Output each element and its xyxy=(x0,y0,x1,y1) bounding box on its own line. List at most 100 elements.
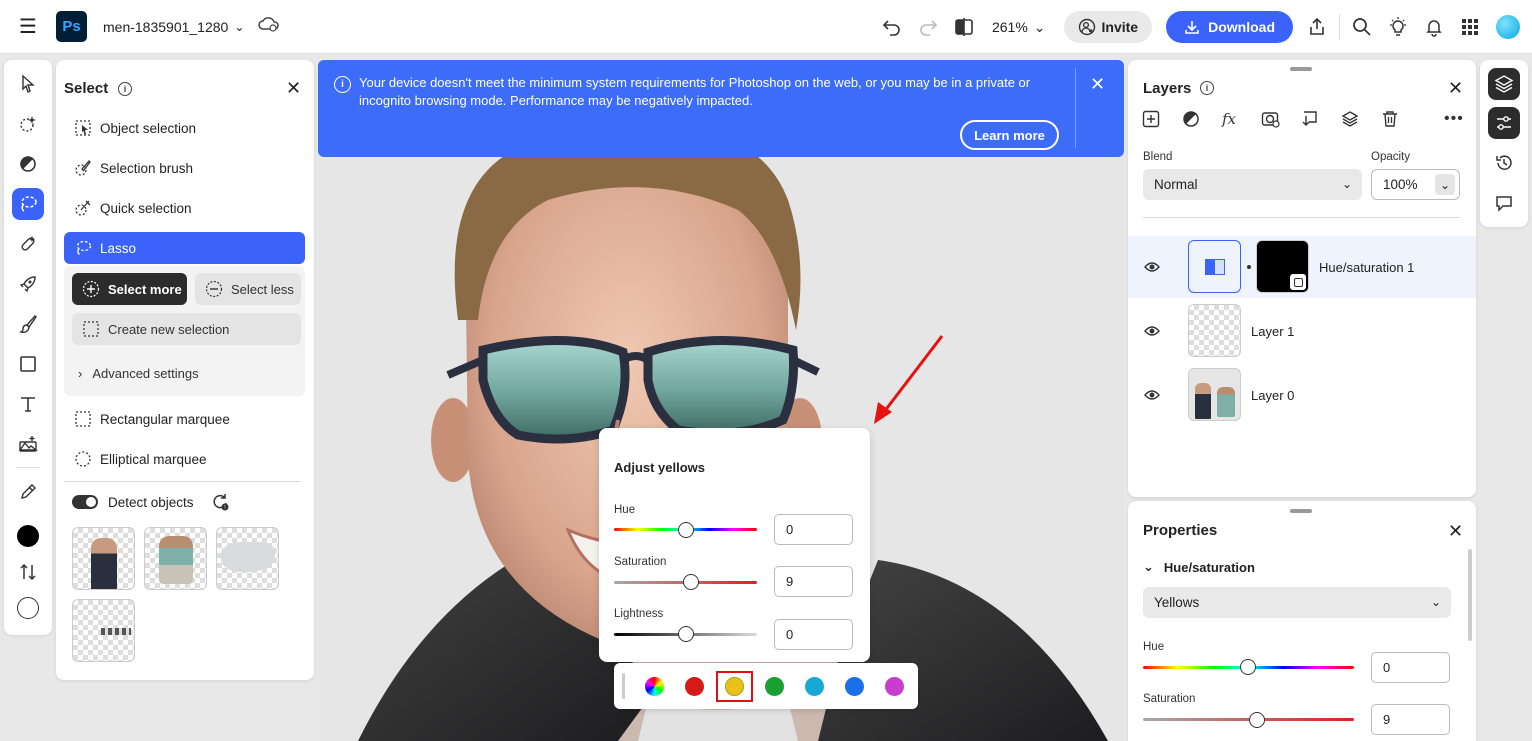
place-image-tool-icon[interactable] xyxy=(12,428,44,460)
blue-color-swatch[interactable] xyxy=(845,677,864,696)
mask-icon[interactable] xyxy=(1261,110,1281,128)
info-icon[interactable]: i xyxy=(1200,81,1214,95)
saturation-input[interactable]: 9 xyxy=(774,566,853,597)
healing-tool-icon[interactable] xyxy=(12,228,44,260)
history-button[interactable] xyxy=(1488,147,1520,179)
detect-objects-toggle[interactable] xyxy=(72,495,98,509)
photoshop-logo[interactable]: Ps xyxy=(56,11,87,42)
saturation-slider-handle[interactable] xyxy=(683,574,699,590)
add-layer-icon[interactable] xyxy=(1142,110,1160,128)
selection-brush-item[interactable]: Selection brush xyxy=(64,152,305,184)
generative-tool-icon[interactable] xyxy=(12,108,44,140)
detected-object-thumbnail[interactable] xyxy=(72,599,135,662)
eye-visibility-icon[interactable] xyxy=(1144,260,1160,274)
shape-tool-icon[interactable] xyxy=(12,348,44,380)
hue-input[interactable]: 0 xyxy=(1371,652,1450,683)
drag-handle[interactable] xyxy=(1290,67,1312,71)
layer-row[interactable]: Hue/saturation 1 xyxy=(1128,236,1476,298)
object-selection-item[interactable]: Object selection xyxy=(64,112,305,144)
zoom-dropdown[interactable]: 261% ⌄ xyxy=(992,19,1046,36)
lightbulb-icon[interactable] xyxy=(1380,9,1416,45)
drag-handle[interactable] xyxy=(622,673,625,699)
lasso-item[interactable]: Lasso xyxy=(64,232,305,264)
hamburger-menu-icon[interactable]: ☰ xyxy=(16,15,40,39)
rocket-tool-icon[interactable] xyxy=(12,268,44,300)
properties-panel-button[interactable] xyxy=(1488,107,1520,139)
saturation-slider-handle[interactable] xyxy=(1249,712,1265,728)
background-color-swatch[interactable] xyxy=(12,592,44,624)
cyan-color-swatch[interactable] xyxy=(805,677,824,696)
lightness-input[interactable]: 0 xyxy=(774,619,853,650)
saturation-input[interactable]: 9 xyxy=(1371,704,1450,735)
comments-button[interactable] xyxy=(1488,187,1520,219)
chevron-down-icon[interactable]: ⌄ xyxy=(234,20,244,34)
lasso-tool-icon[interactable] xyxy=(12,188,44,220)
elliptical-marquee-item[interactable]: Elliptical marquee xyxy=(64,443,305,475)
effects-fx-icon[interactable]: fx xyxy=(1221,110,1241,128)
magenta-color-swatch[interactable] xyxy=(885,677,904,696)
cloud-sync-icon[interactable] xyxy=(258,15,280,38)
search-icon[interactable] xyxy=(1344,9,1380,45)
layer-row[interactable]: Layer 0 xyxy=(1128,364,1476,426)
move-tool-icon[interactable] xyxy=(12,68,44,100)
close-icon[interactable]: ✕ xyxy=(286,79,301,97)
close-icon[interactable]: ✕ xyxy=(1448,522,1463,540)
eyedropper-tool-icon[interactable] xyxy=(12,476,44,508)
green-color-swatch[interactable] xyxy=(765,677,784,696)
blend-mode-dropdown[interactable]: Normal ⌄ xyxy=(1143,169,1362,200)
hue-input[interactable]: 0 xyxy=(774,514,853,545)
create-new-selection-button[interactable]: Create new selection xyxy=(72,313,301,345)
learn-more-button[interactable]: Learn more xyxy=(960,120,1059,150)
trash-icon[interactable] xyxy=(1381,110,1399,128)
swap-colors-icon[interactable] xyxy=(12,556,44,588)
invite-button[interactable]: Invite xyxy=(1063,11,1153,43)
compare-icon[interactable] xyxy=(946,9,982,45)
rectangular-marquee-item[interactable]: Rectangular marquee xyxy=(64,403,305,435)
share-icon[interactable] xyxy=(1299,9,1335,45)
color-channel-dropdown[interactable]: Yellows ⌄ xyxy=(1143,587,1451,618)
layer-row[interactable]: Layer 1 xyxy=(1128,300,1476,362)
hue-slider-handle[interactable] xyxy=(678,522,694,538)
text-tool-icon[interactable] xyxy=(12,388,44,420)
hue-slider-handle[interactable] xyxy=(1240,659,1256,675)
master-color-swatch[interactable] xyxy=(645,677,664,696)
layers-panel-button[interactable] xyxy=(1488,68,1520,100)
opacity-input[interactable]: 100% ⌄ xyxy=(1371,169,1460,200)
info-icon[interactable]: i xyxy=(118,82,132,96)
select-less-button[interactable]: Select less xyxy=(195,273,301,305)
layer-stack-icon[interactable] xyxy=(1341,110,1359,128)
user-avatar[interactable] xyxy=(1496,15,1520,39)
advanced-settings-toggle[interactable]: › Advanced settings xyxy=(78,366,199,381)
close-icon[interactable]: ✕ xyxy=(1090,74,1105,95)
download-button[interactable]: Download xyxy=(1166,11,1293,43)
eye-visibility-icon[interactable] xyxy=(1144,388,1160,402)
detected-object-thumbnail[interactable] xyxy=(216,527,279,590)
hue-saturation-section-toggle[interactable]: ⌄ Hue/saturation xyxy=(1143,559,1255,575)
red-color-swatch[interactable] xyxy=(685,677,704,696)
close-icon[interactable]: ✕ xyxy=(1448,79,1463,97)
eye-visibility-icon[interactable] xyxy=(1144,324,1160,338)
quick-selection-item[interactable]: Quick selection xyxy=(64,192,305,224)
refresh-icon[interactable]: ! xyxy=(210,492,230,512)
channel-value: Yellows xyxy=(1154,595,1200,610)
yellow-color-swatch[interactable] xyxy=(725,677,744,696)
adjustment-tool-icon[interactable] xyxy=(12,148,44,180)
drag-handle[interactable] xyxy=(1290,509,1312,513)
foreground-color-swatch[interactable] xyxy=(12,520,44,552)
brush-tool-icon[interactable] xyxy=(12,308,44,340)
redo-icon[interactable] xyxy=(910,9,946,45)
detected-object-thumbnail[interactable] xyxy=(144,527,207,590)
apps-grid-icon[interactable] xyxy=(1452,9,1488,45)
select-more-button[interactable]: Select more xyxy=(72,273,187,305)
bell-icon[interactable] xyxy=(1416,9,1452,45)
document-name[interactable]: men-1835901_1280 xyxy=(103,19,228,35)
detected-object-thumbnail[interactable] xyxy=(72,527,135,590)
undo-icon[interactable] xyxy=(874,9,910,45)
chevron-down-icon[interactable]: ⌄ xyxy=(1435,174,1455,195)
lightness-slider-handle[interactable] xyxy=(678,626,694,642)
mask-thumbnail[interactable] xyxy=(1256,240,1309,293)
more-options-icon[interactable]: ••• xyxy=(1444,110,1464,128)
adjustment-layer-icon[interactable] xyxy=(1182,110,1200,128)
scrollbar[interactable] xyxy=(1468,549,1472,641)
clip-to-below-icon[interactable] xyxy=(1301,110,1319,128)
